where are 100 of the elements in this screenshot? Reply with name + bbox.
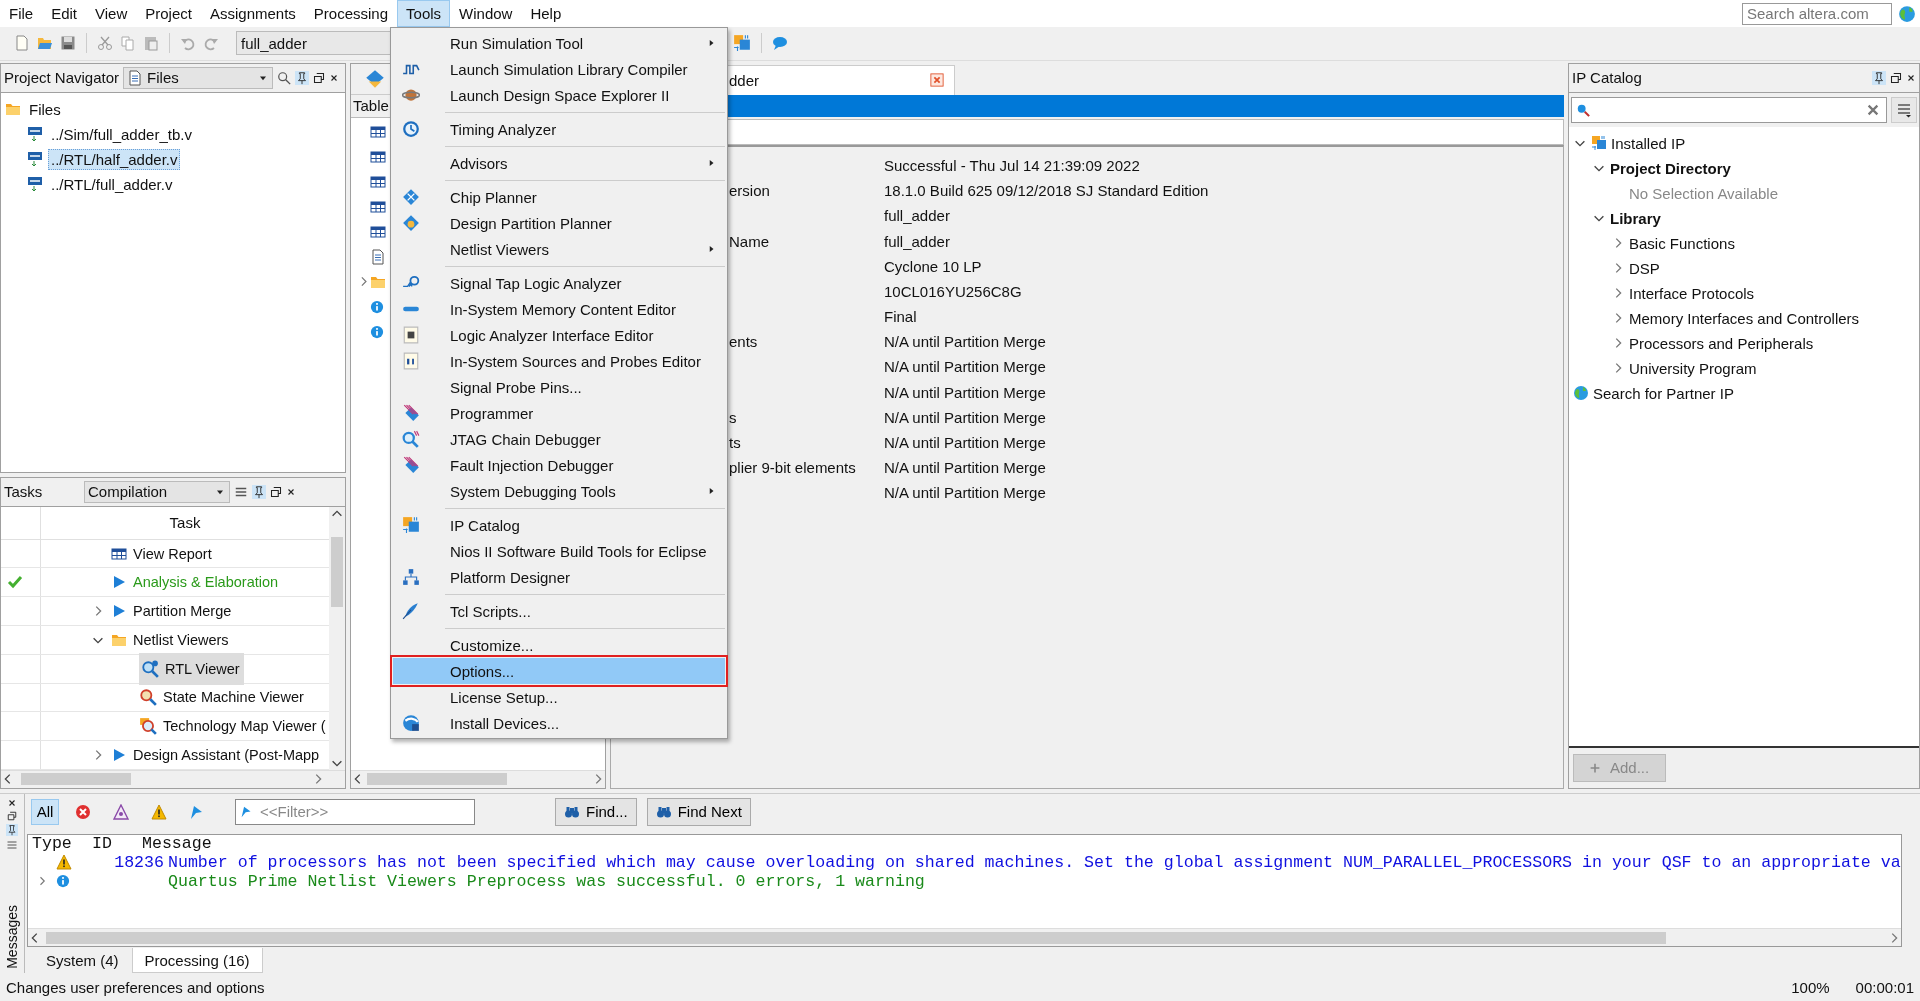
ip-block-icon[interactable] — [733, 34, 751, 53]
pin-icon[interactable] — [252, 484, 266, 499]
menu-item[interactable]: Run Simulation Tool — [393, 30, 725, 56]
restore-icon[interactable] — [270, 485, 282, 498]
catalog-item[interactable]: University Program — [1629, 359, 1757, 377]
scrollbar-thumb[interactable] — [46, 931, 1666, 944]
task-item[interactable]: Design Assistant (Post-Mapp — [133, 746, 320, 763]
redo-icon[interactable] — [203, 35, 219, 52]
menu-item[interactable]: Tools — [397, 0, 451, 27]
pin-icon[interactable] — [1872, 70, 1886, 85]
play-icon — [111, 603, 127, 620]
menu-item[interactable]: Timing Analyzer — [393, 116, 725, 142]
clock-icon — [402, 120, 420, 138]
catalog-item[interactable]: Project Directory — [1610, 159, 1731, 177]
task-item[interactable]: Netlist Viewers — [133, 631, 229, 648]
file-path[interactable]: ../Sim/full_adder_tb.v — [48, 123, 195, 145]
menu-item[interactable]: JTAG Chain Debugger — [393, 426, 725, 452]
paste-icon[interactable] — [143, 35, 159, 52]
catalog-item[interactable]: Memory Interfaces and Controllers — [1629, 309, 1860, 327]
menu-item[interactable]: View — [86, 0, 137, 27]
scrollbar[interactable] — [329, 506, 345, 770]
find-button[interactable]: Find... — [555, 797, 637, 826]
menu-item[interactable]: In-System Memory Content Editor — [393, 296, 725, 322]
task-item[interactable]: Technology Map Viewer ( — [163, 718, 326, 735]
restore-icon[interactable] — [313, 71, 326, 84]
menu-item[interactable]: License Setup... — [393, 684, 725, 710]
partner-ip-link[interactable]: Search for Partner IP — [1593, 384, 1734, 402]
scrollbar[interactable] — [28, 928, 1901, 947]
catalog-item[interactable]: Interface Protocols — [1629, 284, 1755, 302]
clear-icon[interactable] — [1866, 102, 1880, 117]
menu-item[interactable]: System Debugging Tools — [393, 478, 725, 504]
scrollbar[interactable] — [351, 769, 605, 788]
copy-icon[interactable] — [120, 35, 136, 52]
menu-item[interactable]: Edit — [42, 0, 87, 27]
search-field[interactable]: Search altera.com — [1742, 2, 1892, 25]
flow-dropdown[interactable]: Compilation — [84, 480, 230, 503]
menu-item[interactable]: Programmer — [393, 400, 725, 426]
catalog-item[interactable]: Library — [1610, 209, 1661, 227]
menu-item[interactable]: In-System Sources and Probes Editor — [393, 348, 725, 374]
warning-icon — [151, 803, 167, 820]
catalog-item[interactable]: Basic Functions — [1629, 234, 1735, 252]
menu-item[interactable]: Signal Probe Pins... — [393, 374, 725, 400]
catalog-item[interactable]: DSP — [1629, 259, 1660, 277]
pin-icon[interactable] — [6, 823, 18, 836]
menu-icon — [1896, 101, 1912, 118]
filter-field[interactable]: <<Filter>> — [235, 798, 475, 825]
close-icon[interactable] — [1906, 72, 1916, 83]
speech-bubble-icon[interactable] — [772, 35, 788, 52]
folder-label[interactable]: Files — [26, 98, 64, 120]
find-button[interactable]: Find Next — [646, 797, 751, 826]
menu-item[interactable]: Design Partition Planner — [393, 210, 725, 236]
menu-item[interactable]: IP Catalog — [393, 512, 725, 538]
search-field[interactable] — [1571, 96, 1887, 123]
menu-item[interactable]: Help — [521, 0, 571, 27]
catalog-item[interactable]: Installed IP — [1611, 134, 1686, 152]
menu-item[interactable]: Tcl Scripts... — [393, 598, 725, 624]
scrollbar-thumb[interactable] — [367, 773, 507, 786]
restore-icon[interactable] — [7, 810, 17, 821]
menu-item[interactable]: Platform Designer — [393, 564, 725, 590]
file-path[interactable]: ../RTL/half_adder.v — [48, 148, 181, 170]
menu-button[interactable] — [1891, 96, 1917, 123]
menu-item[interactable]: Netlist Viewers — [393, 236, 725, 262]
search-icon[interactable] — [277, 70, 292, 85]
view-dropdown[interactable]: Files — [123, 66, 274, 89]
menu-item[interactable]: Signal Tap Logic Analyzer — [393, 270, 725, 296]
close-icon[interactable] — [286, 486, 296, 497]
filter-button[interactable]: All — [31, 798, 59, 825]
close-icon[interactable] — [329, 72, 340, 83]
menu-item[interactable]: Install Devices... — [393, 710, 725, 736]
menu-item[interactable]: Project — [136, 0, 201, 27]
messages-tab[interactable]: System (4) — [33, 947, 132, 974]
menu-item[interactable]: Advisors — [393, 150, 725, 176]
globe-icon[interactable] — [1898, 4, 1916, 23]
undo-icon[interactable] — [180, 35, 196, 52]
task-item[interactable]: Partition Merge — [133, 603, 232, 620]
menu-item[interactable]: Processing — [304, 0, 398, 27]
open-folder-icon[interactable] — [37, 35, 53, 52]
file-path[interactable]: ../RTL/full_adder.v — [48, 173, 176, 195]
scrollbar-thumb[interactable] — [21, 773, 131, 786]
menu-item[interactable]: Chip Planner — [393, 184, 725, 210]
task-item[interactable]: State Machine Viewer — [163, 689, 304, 706]
menu-item[interactable]: Customize... — [393, 632, 725, 658]
restore-icon[interactable] — [1890, 71, 1902, 84]
messages-tab[interactable]: Processing (16) — [131, 948, 263, 974]
menu-item[interactable]: File — [0, 0, 43, 27]
menu-item[interactable]: Nios II Software Build Tools for Eclipse — [393, 538, 725, 564]
new-file-icon[interactable] — [14, 35, 30, 52]
save-icon[interactable] — [60, 35, 76, 52]
scrollbar-thumb[interactable] — [331, 536, 343, 607]
cut-icon[interactable] — [97, 35, 113, 52]
menu-item[interactable]: Assignments — [200, 0, 305, 27]
menu-item[interactable]: Fault Injection Debugger — [393, 452, 725, 478]
document-icon — [127, 69, 144, 86]
menu-item[interactable]: Options... — [393, 658, 725, 684]
task-item[interactable]: Analysis & Elaboration — [133, 574, 279, 591]
menu-item[interactable]: Logic Analyzer Interface Editor — [393, 322, 725, 348]
catalog-item[interactable]: Processors and Peripherals — [1629, 334, 1814, 352]
close-icon[interactable] — [7, 797, 17, 808]
menu-item[interactable]: Window — [450, 0, 522, 27]
task-item[interactable]: View Report — [133, 545, 212, 562]
